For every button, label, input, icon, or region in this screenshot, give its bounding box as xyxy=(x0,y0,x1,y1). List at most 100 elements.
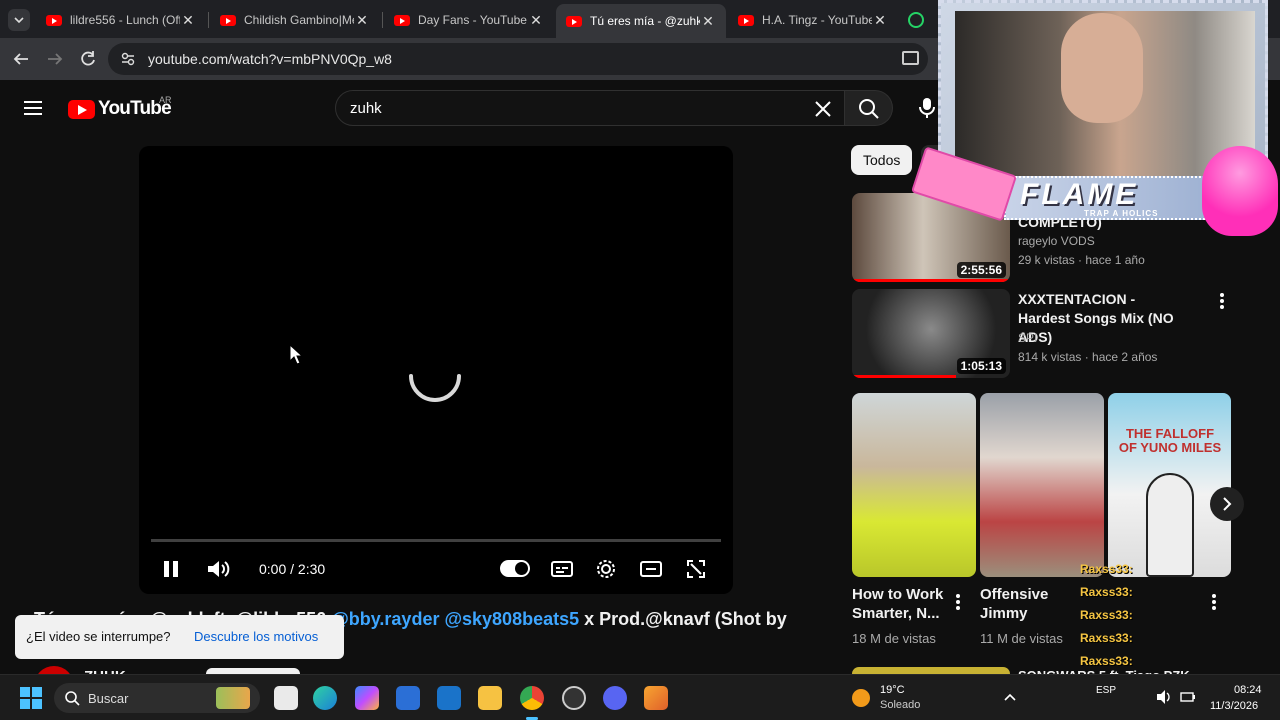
video-title-links[interactable]: @bby.rayder @sky808beats5 xyxy=(331,609,579,629)
whatsapp-favicon-icon[interactable] xyxy=(908,12,924,28)
pause-icon xyxy=(164,561,178,577)
tab-childish-gambino[interactable]: Childish Gambino|Me ✕ xyxy=(210,6,380,34)
file-explorer-icon[interactable] xyxy=(478,686,502,710)
reload-button[interactable] xyxy=(77,48,99,70)
more-options-icon[interactable] xyxy=(1216,292,1228,310)
search-input[interactable]: zuhk xyxy=(335,90,845,126)
cast-icon[interactable] xyxy=(902,51,919,65)
taskbar-search[interactable]: Buscar xyxy=(54,683,260,713)
close-tab-icon[interactable]: ✕ xyxy=(872,12,888,29)
volume-button[interactable] xyxy=(206,558,232,585)
streamer-head xyxy=(1061,13,1143,123)
edge-icon[interactable] xyxy=(313,686,337,710)
short-thumbnail[interactable] xyxy=(852,393,976,577)
video-channel[interactable]: SPI xyxy=(1018,331,1037,345)
video-channel[interactable]: rageylo VODS xyxy=(1018,234,1095,248)
close-tab-icon[interactable]: ✕ xyxy=(354,12,370,29)
volume-icon xyxy=(208,561,230,577)
video-thumbnail[interactable]: 1:05:13 xyxy=(852,289,1010,378)
fullscreen-button[interactable] xyxy=(685,558,707,585)
tab-day-fans[interactable]: Day Fans - YouTube ✕ xyxy=(384,6,554,34)
tab-tu-eres-mia[interactable]: Tú eres mía - @zuhk ✕ xyxy=(556,4,726,38)
hamburger-icon xyxy=(24,101,42,115)
outlook-icon[interactable] xyxy=(437,686,461,710)
battery-icon[interactable] xyxy=(1180,689,1196,705)
video-duration: 1:05:13 xyxy=(956,358,1006,374)
youtube-favicon-icon xyxy=(566,15,582,27)
autoplay-toggle[interactable] xyxy=(500,560,530,577)
stream-logo-subtext: TRAP A HOLICS xyxy=(1084,209,1159,218)
taskbar-search-placeholder: Buscar xyxy=(88,691,129,706)
site-info-icon[interactable] xyxy=(120,51,136,67)
progress-bar[interactable] xyxy=(151,539,721,542)
forward-button[interactable] xyxy=(44,48,66,70)
chat-username: Raxss33: xyxy=(1080,631,1133,645)
weather-desc: Soleado xyxy=(880,699,921,711)
pause-button[interactable] xyxy=(161,558,181,585)
fullscreen-icon xyxy=(687,560,705,578)
clear-search-icon[interactable] xyxy=(814,100,832,118)
chrome-icon[interactable] xyxy=(520,686,544,710)
windows-logo-icon xyxy=(20,687,42,709)
video-player[interactable]: 0:00 / 2:30 xyxy=(139,146,733,594)
more-options-icon[interactable] xyxy=(1208,593,1220,611)
back-button[interactable] xyxy=(10,48,32,70)
shelf-next-button[interactable] xyxy=(1210,487,1244,521)
subtitles-button[interactable] xyxy=(550,558,574,585)
theater-mode-button[interactable] xyxy=(639,558,663,585)
clock-time[interactable]: 08:24 xyxy=(1234,684,1262,696)
video-title[interactable]: XXXTENTACION - Hardest Songs Mix (NO ADS… xyxy=(1018,290,1188,347)
short-thumbnail[interactable]: THE FALLOFF OF YUNO MILES xyxy=(1108,393,1231,577)
tab-search-button[interactable] xyxy=(8,9,30,31)
fl-studio-icon[interactable] xyxy=(644,686,668,710)
filter-chip-all[interactable]: Todos xyxy=(851,145,913,175)
more-options-icon[interactable] xyxy=(952,593,964,611)
close-tab-icon[interactable]: ✕ xyxy=(700,13,716,30)
loading-spinner-icon xyxy=(409,374,461,402)
chat-username: Raxss33: xyxy=(1080,562,1133,576)
address-bar[interactable]: youtube.com/watch?v=mbPNV0Qp_w8 xyxy=(108,43,928,75)
short-thumbnail[interactable] xyxy=(980,393,1104,577)
tab-lunch[interactable]: lildre556 - Lunch (Off ✕ xyxy=(36,6,206,34)
video-thumbnail[interactable] xyxy=(852,667,1010,674)
stream-logo-banner: FLAME TRAP A HOLICS xyxy=(1004,176,1208,220)
tab-label: lildre556 - Lunch (Off xyxy=(70,13,180,27)
weather-icon[interactable] xyxy=(852,689,870,707)
copilot-icon[interactable] xyxy=(355,686,379,710)
start-button[interactable] xyxy=(20,687,42,709)
close-tab-icon[interactable]: ✕ xyxy=(528,12,544,29)
language-indicator[interactable]: ESP xyxy=(1096,685,1116,696)
chevron-up-icon[interactable] xyxy=(1003,691,1017,703)
discord-icon[interactable] xyxy=(603,686,627,710)
chevron-down-icon xyxy=(14,17,24,24)
youtube-logo[interactable]: YouTube xyxy=(68,98,172,120)
search-button[interactable] xyxy=(845,90,893,126)
chat-overlay: Raxss33: Raxss33: Raxss33: Raxss33: Raxs… xyxy=(1054,562,1184,674)
subtitles-icon xyxy=(551,561,573,577)
taskbar: Buscar 19°C Soleado ESP 08:24 11/3/2026 xyxy=(0,674,1280,720)
gear-icon xyxy=(597,560,615,578)
youtube-favicon-icon xyxy=(394,14,410,26)
voice-search-button[interactable] xyxy=(916,96,938,120)
tab-ha-tingz[interactable]: H.A. Tingz - YouTube ✕ xyxy=(728,6,898,34)
search-highlight-icon xyxy=(216,687,250,709)
youtube-favicon-icon xyxy=(46,14,62,26)
toast-action-link[interactable]: Descubre los motivos xyxy=(194,629,318,644)
mouse-cursor-icon xyxy=(289,344,304,365)
menu-button[interactable] xyxy=(24,100,42,116)
watched-progress xyxy=(852,279,1010,282)
search-icon xyxy=(859,99,879,119)
obs-icon[interactable] xyxy=(562,686,586,710)
task-view-icon[interactable] xyxy=(274,686,298,710)
short-title[interactable]: Offensive Jimmy xyxy=(980,585,1060,623)
settings-button[interactable] xyxy=(595,558,617,585)
arrow-right-icon xyxy=(48,53,63,65)
theater-icon xyxy=(640,561,662,577)
clock-date[interactable]: 11/3/2026 xyxy=(1210,700,1258,712)
speaker-icon[interactable] xyxy=(1156,689,1172,705)
short-title[interactable]: How to Work Smarter, N... xyxy=(852,585,948,623)
store-icon[interactable] xyxy=(396,686,420,710)
short-thumbnail-text: THE FALLOFF OF YUNO MILES xyxy=(1118,426,1222,455)
close-tab-icon[interactable]: ✕ xyxy=(180,12,196,29)
video-meta: 814 k vistas · hace 2 años xyxy=(1018,350,1158,364)
